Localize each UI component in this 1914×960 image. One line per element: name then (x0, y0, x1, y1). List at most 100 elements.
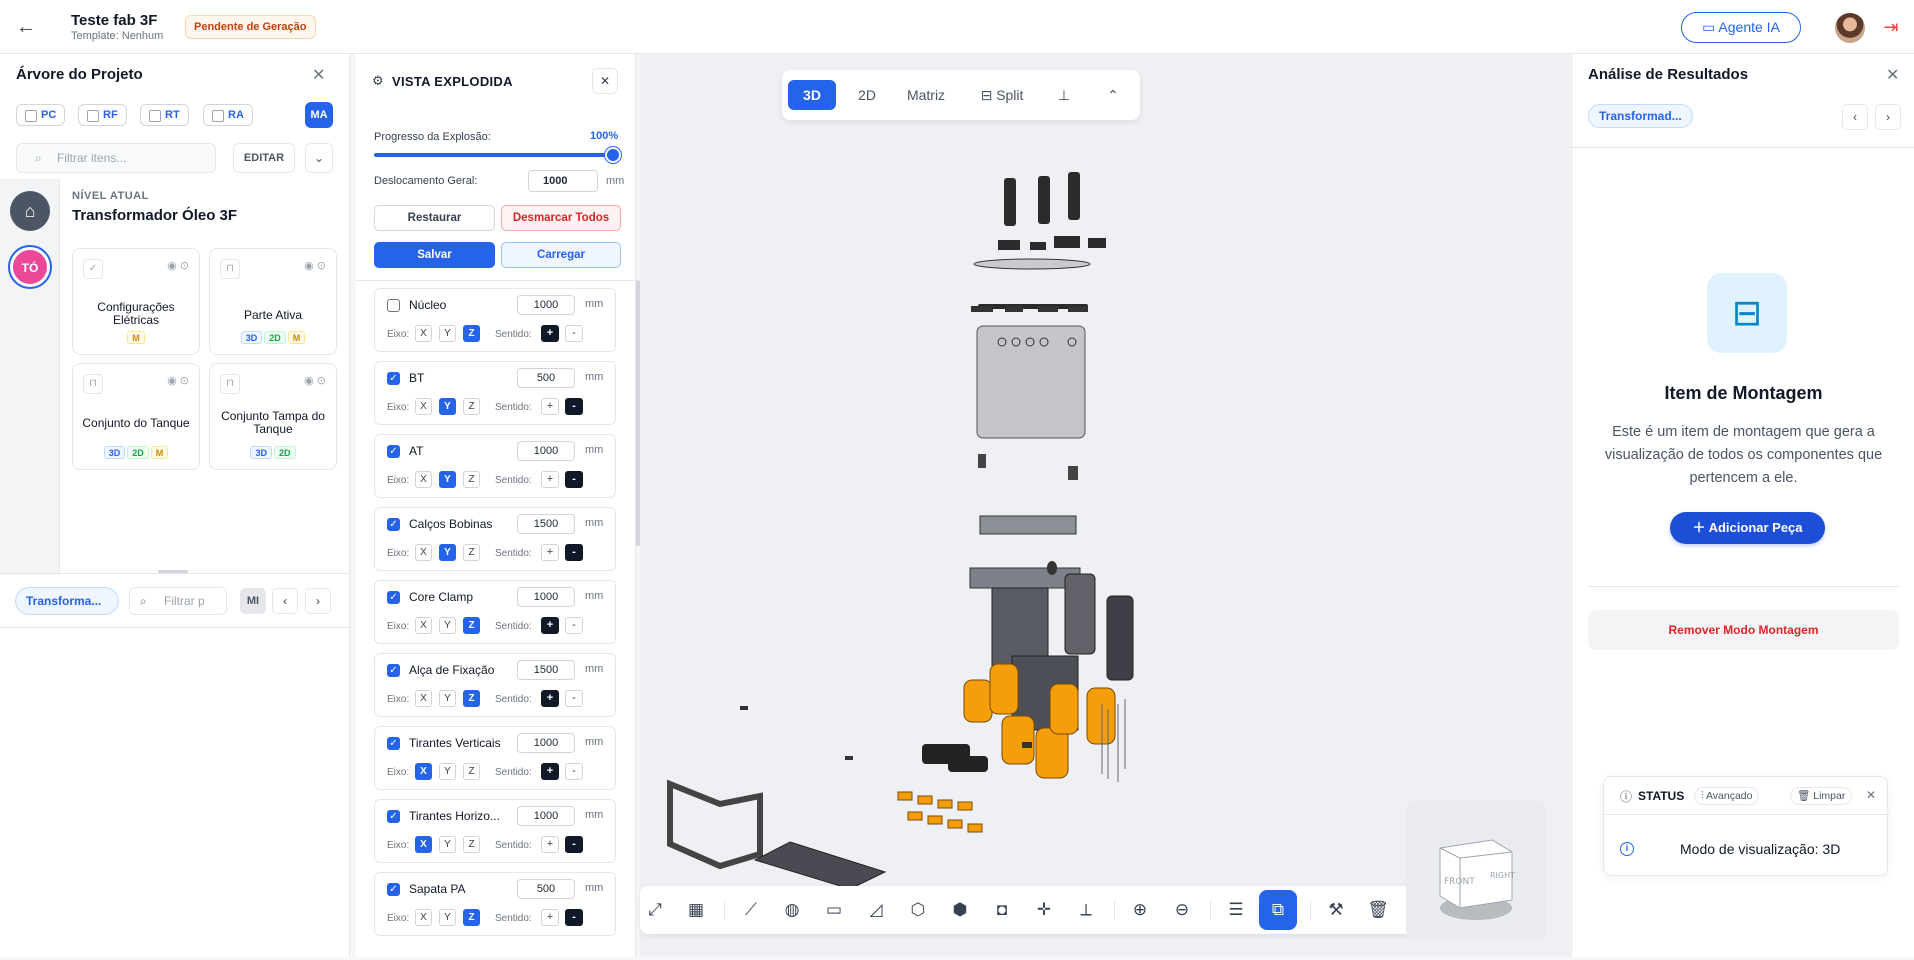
axis-y-button[interactable]: Y (439, 763, 456, 780)
eye-icon[interactable]: ◉ ⊙ (167, 259, 189, 272)
direction-minus-button[interactable]: - (565, 544, 583, 561)
cube-face-front[interactable]: FRONT (1444, 877, 1475, 887)
axis-z-button[interactable]: Z (463, 763, 480, 780)
item-offset-input[interactable]: 1000 (517, 295, 575, 315)
direction-minus-button[interactable]: - (565, 690, 583, 707)
transformer-tag[interactable]: Transforma... (15, 587, 119, 615)
list-icon[interactable]: ☰ (1221, 895, 1251, 925)
ruler-icon[interactable]: ▭ (819, 895, 849, 925)
direction-plus-button[interactable]: + (541, 836, 559, 853)
item-checkbox[interactable]: ✓ (387, 591, 400, 604)
direction-minus-button[interactable]: - (565, 909, 583, 926)
edit-button[interactable]: EDITAR (233, 143, 295, 173)
tree-card-parte-ativa[interactable]: ⊓ ◉ ⊙ Parte Ativa 3D 2D M (209, 248, 337, 355)
eye-icon[interactable]: ◉ ⊙ (167, 374, 189, 387)
direction-minus-button[interactable]: - (565, 398, 583, 415)
camera-icon[interactable]: ◘ (987, 895, 1017, 925)
zoom-in-icon[interactable]: ⊕ (1125, 895, 1155, 925)
cube-icon[interactable]: ⬢ (945, 895, 975, 925)
item-checkbox[interactable] (387, 299, 400, 312)
cube-wire-icon[interactable]: ⬡ (903, 895, 933, 925)
axis-x-button[interactable]: X (415, 325, 432, 342)
home-icon[interactable]: ⌂ (10, 191, 50, 231)
tree-card-config-eletricas[interactable]: ✓ ◉ ⊙ Configurações Elétricas M (72, 248, 200, 355)
advanced-button[interactable]: ⫶ Avançado (1694, 787, 1760, 805)
item-offset-input[interactable]: 1000 (517, 733, 575, 753)
eye-icon[interactable]: ◉ ⊙ (304, 259, 326, 272)
item-checkbox[interactable]: ✓ (387, 372, 400, 385)
slash-line-icon[interactable]: ⟋ (736, 895, 766, 925)
axis-z-button[interactable]: Z (463, 909, 480, 926)
item-checkbox[interactable]: ✓ (387, 737, 400, 750)
axis-y-button[interactable]: Y (439, 690, 456, 707)
axis-z-button[interactable]: Z (463, 398, 480, 415)
direction-plus-button[interactable]: + (541, 617, 559, 634)
mode-2d-button[interactable]: 2D (848, 80, 886, 110)
axis-z-button[interactable]: Z (463, 836, 480, 853)
axis-z-button[interactable]: Z (463, 471, 480, 488)
direction-plus-button[interactable]: + (541, 544, 559, 561)
tree-card-conjunto-tampa[interactable]: ⊓ ◉ ⊙ Conjunto Tampa do Tanque 3D 2D (209, 363, 337, 470)
item-offset-input[interactable]: 1000 (517, 587, 575, 607)
direction-plus-button[interactable]: + (541, 909, 559, 926)
axis-z-button[interactable]: Z (463, 325, 480, 342)
axis-z-button[interactable]: Z (463, 544, 480, 561)
item-offset-input[interactable]: 1500 (517, 660, 575, 680)
eye-icon[interactable]: ◉ ⊙ (304, 374, 326, 387)
clear-button[interactable]: 🗑 Limpar (1790, 787, 1853, 805)
load-button[interactable]: Carregar (501, 242, 621, 268)
bottom-search-input[interactable]: ⌕ Filtrar p (129, 587, 227, 615)
filter-chip-pc[interactable]: PC (16, 104, 66, 126)
fullscreen-icon[interactable]: ⤢ (640, 895, 670, 925)
progress-slider[interactable] (374, 153, 614, 157)
direction-minus-button[interactable]: - (565, 471, 583, 488)
axis-y-button[interactable]: Y (439, 617, 456, 634)
restore-button[interactable]: Restaurar (374, 205, 495, 231)
axis-x-button[interactable]: X (415, 836, 432, 853)
item-offset-input[interactable]: 1000 (517, 441, 575, 461)
axis-z-button[interactable]: Z (463, 617, 480, 634)
explode-view-icon[interactable]: ⧉ (1259, 890, 1297, 930)
axis-x-button[interactable]: X (415, 617, 432, 634)
item-offset-input[interactable]: 1000 (517, 806, 575, 826)
save-button[interactable]: Salvar (374, 242, 495, 268)
axis-y-button[interactable]: Y (439, 909, 456, 926)
logout-icon[interactable]: ⇥ (1880, 16, 1902, 38)
progress-slider-handle[interactable] (605, 147, 621, 163)
ma-button[interactable]: MA (305, 102, 333, 128)
item-offset-input[interactable]: 1500 (517, 514, 575, 534)
direction-minus-button[interactable]: - (565, 617, 583, 634)
chevron-down-icon[interactable]: ⌄ (305, 143, 333, 173)
trash-icon[interactable]: 🗑 (1363, 895, 1393, 925)
add-part-button[interactable]: ＋ Adicionar Peça (1670, 512, 1825, 544)
item-checkbox[interactable]: ✓ (387, 883, 400, 896)
resize-handle[interactable] (158, 570, 188, 573)
axis-y-button[interactable]: Y (439, 836, 456, 853)
direction-minus-button[interactable]: - (565, 325, 583, 342)
item-offset-input[interactable]: 500 (517, 879, 575, 899)
item-offset-input[interactable]: 500 (517, 368, 575, 388)
mi-button[interactable]: MI (240, 588, 266, 614)
filter-chip-rf[interactable]: RF (78, 104, 127, 126)
direction-plus-button[interactable]: + (541, 325, 559, 342)
pin-icon[interactable]: ⊥ (1052, 80, 1076, 110)
crosshair-icon[interactable]: ✛ (1029, 895, 1059, 925)
direction-plus-button[interactable]: + (541, 763, 559, 780)
wrench-icon[interactable]: ⚒ (1321, 895, 1351, 925)
item-checkbox[interactable]: ✓ (387, 664, 400, 677)
item-checkbox[interactable]: ✓ (387, 518, 400, 531)
axis-z-button[interactable]: Z (463, 690, 480, 707)
remove-assembly-mode-button[interactable]: Remover Modo Montagem (1588, 610, 1899, 650)
direction-plus-button[interactable]: + (541, 471, 559, 488)
view-cube[interactable]: FRONT RIGHT (1406, 800, 1546, 940)
item-checkbox[interactable]: ✓ (387, 445, 400, 458)
filter-chip-rt[interactable]: RT (140, 104, 189, 126)
axis-x-button[interactable]: X (415, 544, 432, 561)
direction-plus-button[interactable]: + (541, 690, 559, 707)
tree-close-icon[interactable]: ✕ (312, 68, 325, 84)
chevron-left-icon[interactable]: ‹ (272, 588, 298, 614)
zoom-out-icon[interactable]: ⊖ (1167, 895, 1197, 925)
chevron-up-icon[interactable]: ⌃ (1098, 80, 1128, 110)
direction-minus-button[interactable]: - (565, 836, 583, 853)
axis-y-button[interactable]: Y (439, 544, 456, 561)
